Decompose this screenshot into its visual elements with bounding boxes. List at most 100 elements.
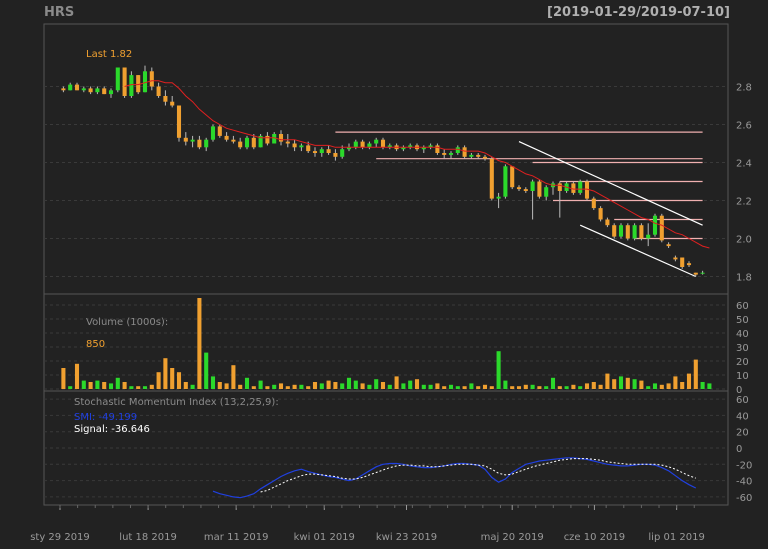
candle [625, 225, 630, 239]
signal-value-label: Signal: -36.646 [74, 424, 150, 435]
volume-bar [421, 384, 426, 389]
volume-bar [340, 383, 345, 389]
y-tick-label: 2.6 [736, 121, 752, 132]
volume-bar [686, 373, 692, 389]
volume-bar [360, 383, 365, 389]
candle [68, 84, 73, 91]
candle [652, 215, 658, 235]
volume-bar [346, 377, 352, 389]
smi-panel: -60 -40 -20 0 20 40 60 Stochastic Momentum Inde… [43, 390, 752, 506]
volume-bar [462, 386, 467, 389]
candle [462, 147, 467, 157]
candle [503, 166, 508, 197]
candle [285, 141, 290, 144]
y-tick-label: -40 [736, 477, 752, 488]
candle [537, 181, 542, 197]
volume-bar [238, 384, 243, 389]
volume-bar [571, 384, 576, 389]
volume-bar [374, 379, 379, 389]
volume-panel: 0102030405060Volume (1000s):850 [43, 293, 749, 396]
volume-bar [625, 377, 630, 389]
volume-bar [530, 384, 535, 389]
candle [265, 135, 270, 144]
candle [448, 153, 454, 155]
volume-bar [251, 386, 256, 389]
volume-bar [333, 382, 338, 389]
volume-bar [707, 383, 712, 389]
candle [217, 126, 222, 136]
candle [340, 149, 345, 157]
candle [251, 137, 256, 148]
volume-bar [428, 384, 433, 389]
y-tick-label: 30 [736, 343, 749, 354]
candle [95, 88, 100, 93]
y-tick-label: 40 [736, 329, 749, 340]
candle [326, 149, 331, 153]
candle [81, 88, 86, 91]
volume-bar [442, 386, 447, 389]
volume-bar [102, 382, 107, 389]
volume-bar [170, 368, 175, 389]
candle [544, 187, 549, 197]
y-tick-label: 2.4 [736, 159, 752, 170]
candle [639, 225, 644, 239]
candle [61, 88, 66, 91]
volume-bar [156, 372, 161, 389]
candle [510, 166, 515, 188]
volume-bar [319, 383, 324, 389]
candle [319, 149, 324, 153]
volume-bar [231, 365, 236, 389]
candle [489, 158, 494, 199]
volume-bar [584, 383, 590, 389]
volume-bar [578, 386, 583, 389]
volume-bar [387, 384, 392, 389]
candle [244, 137, 250, 148]
volume-bar [285, 386, 290, 389]
candle [482, 156, 488, 159]
candle [88, 88, 93, 93]
candle [333, 153, 338, 157]
x-tick-label: sty 29 2019 [30, 532, 90, 543]
volume-bar [435, 383, 440, 389]
volume-bar [414, 379, 420, 389]
candle [292, 143, 297, 148]
candle [129, 75, 134, 96]
volume-bar [503, 380, 508, 389]
volume-bar [190, 384, 195, 389]
volume-bar [122, 382, 127, 389]
candle [680, 257, 685, 267]
candle [557, 183, 562, 191]
candle [272, 134, 277, 144]
y-tick-label: -60 [736, 493, 752, 504]
volume-bar [367, 384, 372, 389]
candle [156, 86, 161, 96]
volume-bar [496, 351, 501, 389]
volume-bar [489, 386, 494, 389]
volume-bar [136, 386, 141, 389]
candle [455, 147, 460, 153]
candle [646, 234, 651, 239]
candle [102, 88, 107, 95]
smi-value-label: SMI: -49.199 [74, 412, 137, 423]
candle [618, 225, 624, 237]
volume-bar [639, 380, 644, 389]
candle [312, 151, 318, 153]
volume-bar [142, 386, 148, 389]
volume-bar [482, 384, 488, 389]
volume-bar [183, 382, 188, 389]
volume-bar [149, 384, 154, 389]
candle [591, 198, 596, 209]
volume-bar [353, 380, 358, 389]
volume-bar [448, 384, 454, 389]
volume-bar [278, 383, 284, 389]
y-tick-label: 50 [736, 315, 749, 326]
volume-bar [258, 380, 263, 389]
candle [435, 145, 440, 153]
volume-bar [204, 352, 209, 389]
candle [122, 67, 127, 96]
volume-bar [176, 372, 182, 389]
candle [496, 196, 501, 199]
volume-bar [598, 384, 603, 389]
volume-bar [394, 376, 399, 389]
candle [204, 139, 209, 148]
